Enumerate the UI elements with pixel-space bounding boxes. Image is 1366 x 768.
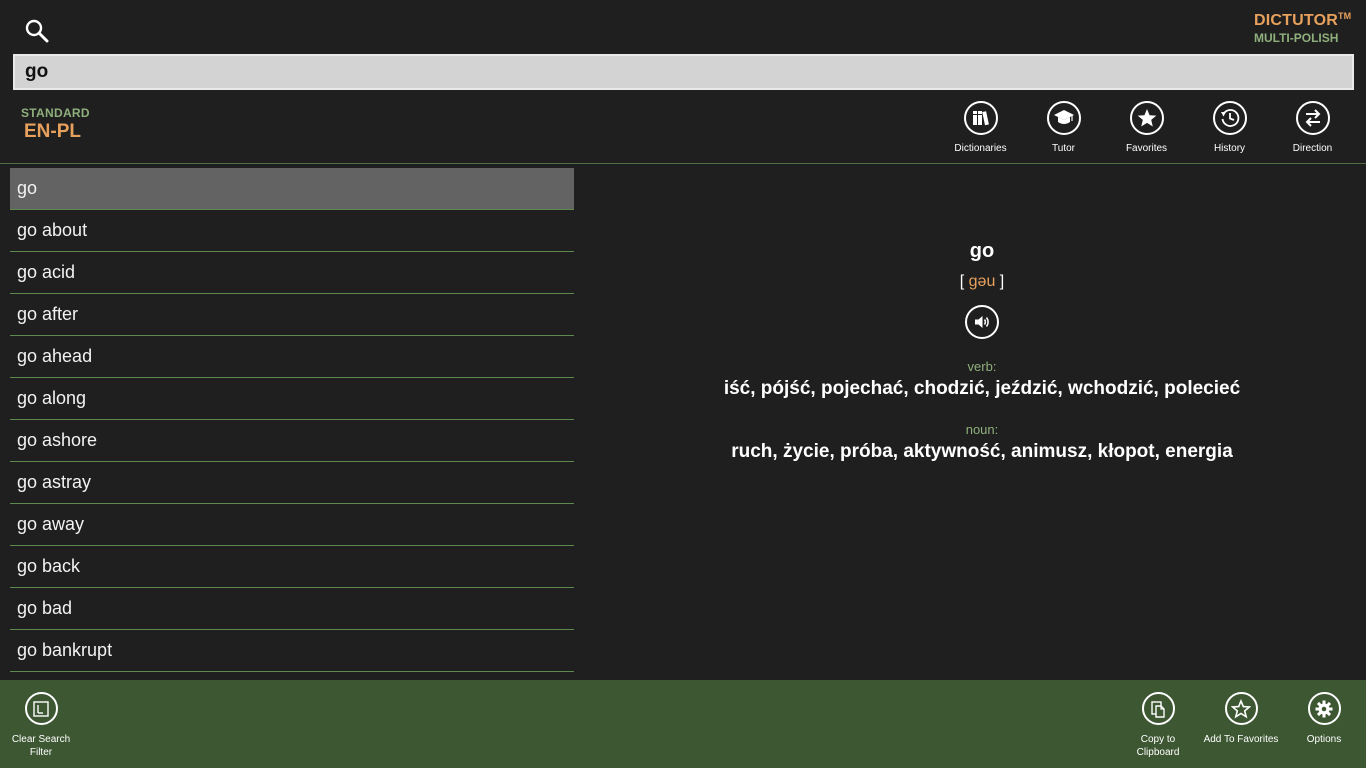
entry-pronunciation: [ gəu ] xyxy=(959,273,1005,290)
list-item[interactable]: go along xyxy=(10,378,574,420)
list-item[interactable]: go bad xyxy=(10,588,574,630)
graduation-cap-icon xyxy=(1046,101,1081,135)
favorites-button[interactable]: Favorites xyxy=(1105,101,1188,154)
word-list: go go about go acid go after go ahead go… xyxy=(10,168,574,672)
clear-filter-icon xyxy=(24,692,58,725)
list-item[interactable]: go xyxy=(10,168,574,210)
swap-arrows-icon xyxy=(1295,101,1330,135)
list-item[interactable]: go acid xyxy=(10,252,574,294)
translations: iść, pójść, pojechać, chodzić, jeździć, … xyxy=(723,378,1241,399)
header-divider xyxy=(0,163,1366,164)
copy-to-clipboard-label: Copy to Clipboard xyxy=(1136,734,1180,758)
history-clock-icon xyxy=(1212,101,1247,135)
dictionary-type: STANDARD xyxy=(21,106,90,120)
add-to-favorites-label: Add To Favorites xyxy=(1203,734,1279,745)
search-input[interactable] xyxy=(13,54,1354,90)
entry-headword: go xyxy=(969,240,995,262)
gear-icon xyxy=(1307,692,1341,725)
dictionaries-icon xyxy=(963,101,998,135)
direction-label: Direction xyxy=(1292,143,1333,154)
brand-name: DICTUTORTM xyxy=(1254,11,1352,29)
copy-to-clipboard-button[interactable]: Copy to Clipboard xyxy=(1126,692,1190,759)
speaker-icon[interactable] xyxy=(965,305,999,339)
clipboard-icon xyxy=(1141,692,1175,725)
dictionaries-button[interactable]: Dictionaries xyxy=(939,101,1022,154)
history-label: History xyxy=(1213,143,1246,154)
list-item[interactable]: go away xyxy=(10,504,574,546)
list-item[interactable]: go bankrupt xyxy=(10,630,574,672)
top-toolbar: Dictionaries Tutor Favorites History Dir… xyxy=(939,101,1354,154)
star-icon xyxy=(1129,101,1164,135)
options-button[interactable]: Options xyxy=(1298,692,1350,746)
clear-search-filter-button[interactable]: Clear Search Filter xyxy=(10,692,72,759)
part-of-speech: noun: xyxy=(965,422,999,437)
list-item[interactable]: go ashore xyxy=(10,420,574,462)
search-icon[interactable] xyxy=(22,16,52,46)
dictionaries-label: Dictionaries xyxy=(954,143,1007,154)
tutor-label: Tutor xyxy=(1052,143,1075,154)
list-item[interactable]: go after xyxy=(10,294,574,336)
favorites-label: Favorites xyxy=(1125,143,1168,154)
options-label: Options xyxy=(1306,734,1342,745)
tutor-button[interactable]: Tutor xyxy=(1022,101,1105,154)
brand-logo: DICTUTORTM MULTI-POLISH xyxy=(1254,11,1352,45)
dictionary-direction: EN-PL xyxy=(24,121,81,142)
add-to-favorites-button[interactable]: Add To Favorites xyxy=(1203,692,1279,746)
bottom-app-bar: Clear Search Filter Copy to Clipboard Ad… xyxy=(0,680,1366,768)
direction-button[interactable]: Direction xyxy=(1271,101,1354,154)
dictionary-indicator: STANDARD EN-PL xyxy=(21,106,90,143)
history-button[interactable]: History xyxy=(1188,101,1271,154)
brand-edition: MULTI-POLISH xyxy=(1254,31,1339,45)
star-outline-icon xyxy=(1224,692,1258,725)
part-of-speech: verb: xyxy=(967,359,997,374)
entry-detail: go [ gəu ] verb: iść, pójść, pojechać, c… xyxy=(600,240,1364,463)
clear-search-filter-label: Clear Search Filter xyxy=(11,734,71,758)
list-item[interactable]: go astray xyxy=(10,462,574,504)
pronunciation-ipa: gəu xyxy=(968,273,996,290)
list-item[interactable]: go back xyxy=(10,546,574,588)
list-item[interactable]: go ahead xyxy=(10,336,574,378)
translations: ruch, życie, próba, aktywność, animusz, … xyxy=(731,441,1233,462)
list-item[interactable]: go about xyxy=(10,210,574,252)
